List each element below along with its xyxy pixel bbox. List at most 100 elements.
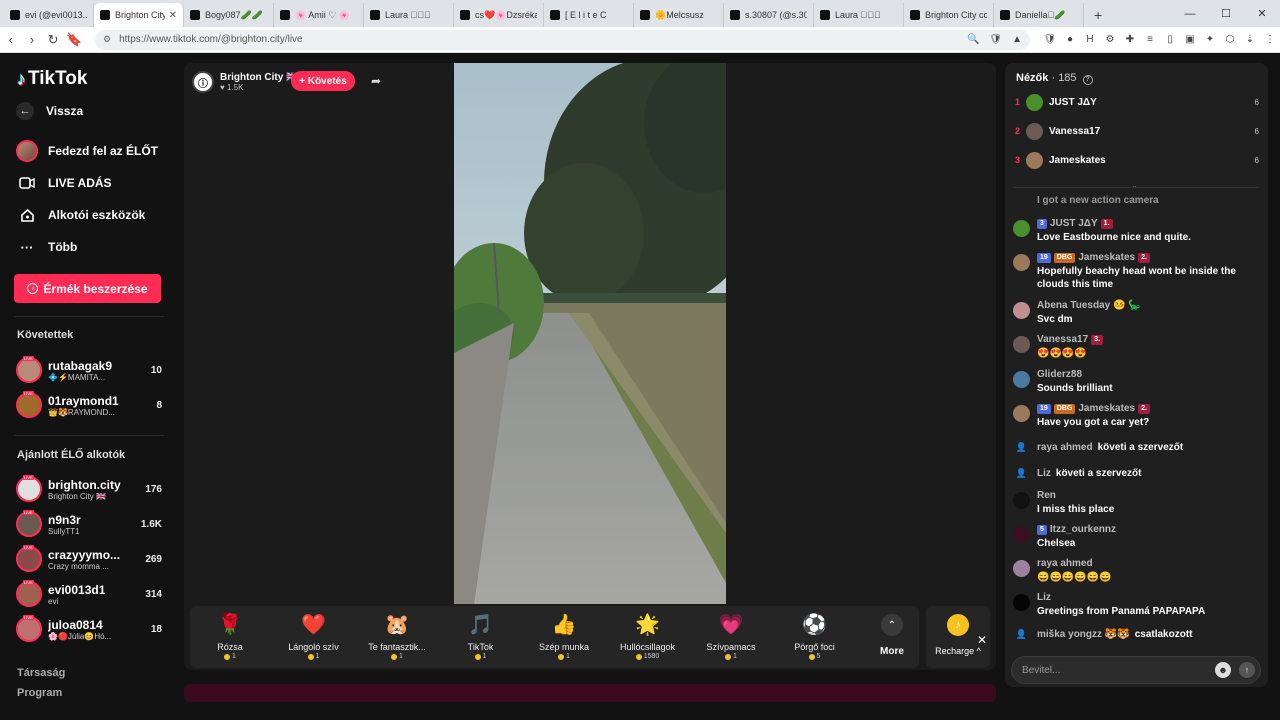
sidebar-account[interactable]: LIVE rutabagak9 💠⚡MAMITA... 10 xyxy=(16,355,162,385)
close-tab-icon[interactable]: ✕ xyxy=(169,10,177,21)
browser-tab[interactable]: s.30807 (@s.30 xyxy=(724,3,814,27)
gift-item[interactable]: 🐹 Te fantasztik... 1 xyxy=(359,612,435,660)
back-arrow-icon[interactable]: ‹ xyxy=(0,32,21,47)
sidebar-account[interactable]: LIVE 01raymond1 👑🐯RAYMOND... 8 xyxy=(16,390,162,420)
gift-item[interactable]: 🌹 Rózsa 1 xyxy=(192,612,268,660)
gift-item[interactable]: ❤️ Lángoló szív 1 xyxy=(276,612,352,660)
chat-username[interactable]: Itzz_ourkennz xyxy=(1050,524,1116,535)
maximize-icon[interactable]: ☐ xyxy=(1208,7,1244,20)
vpn-icon[interactable]: ⬡ xyxy=(1220,34,1240,45)
extension-icon[interactable]: 🛡 xyxy=(1040,34,1060,45)
browser-tab[interactable]: Bogy087🥒🥒 xyxy=(184,3,274,27)
avatar[interactable] xyxy=(1013,336,1030,353)
browser-tab[interactable]: evi (@evi0013... xyxy=(4,3,94,27)
follow-button[interactable]: + Követés xyxy=(291,71,355,91)
puzzle-icon[interactable]: ✚ xyxy=(1120,34,1140,45)
sidebar-icon[interactable]: ▯ xyxy=(1160,34,1180,45)
chat-username[interactable]: Liz xyxy=(1037,592,1051,603)
menu-icon[interactable]: ⋮ xyxy=(1260,34,1280,45)
host-avatar[interactable]: ⓘ xyxy=(192,71,214,93)
share-icon[interactable]: ➦ xyxy=(366,71,386,91)
avatar[interactable] xyxy=(1013,371,1030,388)
avatar[interactable] xyxy=(1013,220,1030,237)
zoom-icon[interactable]: 🔍 xyxy=(967,34,979,45)
extension-icon[interactable]: ● xyxy=(1060,34,1080,45)
chat-username[interactable]: raya ahmed xyxy=(1037,442,1093,453)
avatar[interactable] xyxy=(1013,560,1030,577)
chat-username[interactable]: Gliderz88 xyxy=(1037,369,1082,380)
send-icon[interactable]: ↑ xyxy=(1239,662,1255,678)
extension-icon[interactable]: H xyxy=(1080,34,1100,45)
chat-username[interactable]: Liz xyxy=(1037,468,1051,479)
sidebar-account[interactable]: LIVE evi0013d1 evi 314 xyxy=(16,579,162,609)
new-tab-button[interactable]: + xyxy=(1084,7,1112,27)
sidebar-account[interactable]: LIVE crazyyymo... Crazy momma ... 269 xyxy=(16,544,162,574)
chat-username[interactable]: Abena Tuesday 🤒 🦕 xyxy=(1037,300,1141,311)
gift-item[interactable]: 💗 Szívpamacs 1 xyxy=(693,612,769,660)
more-link[interactable]: ··· Több xyxy=(16,236,78,258)
shield-icon[interactable]: 🛡 xyxy=(989,34,1002,45)
footer-link-program[interactable]: Program xyxy=(17,687,62,699)
chat-username[interactable]: Ren xyxy=(1037,490,1056,501)
footer-link-company[interactable]: Társaság xyxy=(17,667,65,679)
browser-tab[interactable]: Laura 🏻🏻🏻 xyxy=(814,3,904,27)
warning-icon[interactable]: ▲ xyxy=(1012,34,1022,45)
avatar[interactable] xyxy=(1013,302,1030,319)
site-info-icon[interactable]: ⚙ xyxy=(103,34,111,45)
avatar[interactable] xyxy=(1013,594,1030,611)
more-gifts-button[interactable]: ⌃ More xyxy=(873,614,911,657)
top-viewer-row[interactable]: 3 Jameskates 6 xyxy=(1015,150,1259,170)
browser-tab[interactable]: 🌸 Amii ♡ 🌸 xyxy=(274,3,364,27)
chat-username[interactable]: Jameskates xyxy=(1078,403,1135,414)
top-viewer-row[interactable]: 1 JUST JΔY 6 xyxy=(1015,92,1259,112)
browser-tab[interactable]: cs❤️🌸Dzsréka❤️ xyxy=(454,3,544,27)
buy-coins-button[interactable]: ♪ Érmék beszerzése xyxy=(14,274,161,303)
avatar[interactable] xyxy=(1013,405,1030,422)
chat-username[interactable]: JUST JΔY xyxy=(1050,218,1098,229)
chat-username[interactable]: Vanessa17 xyxy=(1037,334,1088,345)
live-broadcast-link[interactable]: LIVE ADÁS xyxy=(16,172,112,194)
browser-tab[interactable]: Brighton City ✕ xyxy=(94,3,184,27)
list-icon[interactable]: ≡ xyxy=(1140,34,1160,45)
forward-arrow-icon[interactable]: › xyxy=(21,32,42,47)
browser-tab[interactable]: Brighton City co xyxy=(904,3,994,27)
close-icon[interactable]: ✕ xyxy=(977,633,987,647)
avatar[interactable] xyxy=(1013,492,1030,509)
chat-input-box[interactable]: ☻ ↑ xyxy=(1011,656,1261,684)
emoji-icon[interactable]: ☻ xyxy=(1215,662,1231,678)
bottom-banner[interactable] xyxy=(184,684,996,702)
extension-icon[interactable]: ⚙ xyxy=(1100,34,1120,45)
creator-tools-link[interactable]: Alkotói eszközök xyxy=(16,204,145,226)
minimize-icon[interactable]: — xyxy=(1172,8,1208,20)
browser-tab[interactable]: Laura 🏻🏻🏻 xyxy=(364,3,454,27)
tiktok-logo[interactable]: ♪ TikTok xyxy=(17,68,87,90)
gift-item[interactable]: ⚽ Pörgő foci 5 xyxy=(777,612,853,660)
sidebar-account[interactable]: LIVE juloa0814 🌸🔴Júlia😊Hó... 18 xyxy=(16,614,162,644)
reload-icon[interactable]: ↻ xyxy=(43,32,64,48)
browser-tab[interactable]: Daniella🏻🥒 xyxy=(994,3,1084,27)
explore-live-link[interactable]: Fedezd fel az ÉLŐT xyxy=(16,140,158,162)
chat-username[interactable]: miška yongzz 🐯🐯 xyxy=(1037,629,1130,640)
url-field[interactable]: ⚙ https://www.tiktok.com/@brighton.city/… xyxy=(95,29,1030,50)
sidebar-account[interactable]: LIVE brighton.city Brighton City 🇬🇧 176 xyxy=(16,474,162,504)
sparkle-icon[interactable]: ✦ xyxy=(1200,34,1220,45)
gift-item[interactable]: 👍 Szép munka 1 xyxy=(526,612,602,660)
chat-username[interactable]: Jameskates xyxy=(1078,252,1135,263)
download-icon[interactable]: ⇣ xyxy=(1240,34,1260,45)
wallet-icon[interactable]: ▣ xyxy=(1180,34,1200,45)
host-info[interactable]: ⓘ Brighton City 🇬🇧 ♥ 1.5K xyxy=(192,71,299,93)
chat-input[interactable] xyxy=(1022,662,1212,678)
live-video[interactable] xyxy=(454,63,726,604)
chevron-down-icon[interactable]: ⌄ xyxy=(1131,181,1138,190)
browser-tab[interactable]: 🌼Melcsusz xyxy=(634,3,724,27)
close-window-icon[interactable]: ✕ xyxy=(1244,7,1280,20)
bookmark-icon[interactable]: 🔖 xyxy=(64,32,85,48)
avatar[interactable] xyxy=(1013,254,1030,271)
gift-item[interactable]: 🌟 Hullócsillagok 1580 xyxy=(610,612,686,660)
avatar[interactable] xyxy=(1013,526,1030,543)
top-viewer-row[interactable]: 2 Vanessa17 6 xyxy=(1015,121,1259,141)
chat-username[interactable]: raya ahmed xyxy=(1037,558,1093,569)
back-link[interactable]: ← Vissza xyxy=(16,102,83,120)
sidebar-account[interactable]: LIVE n9n3r SullyTT1 1.6K xyxy=(16,509,162,539)
help-icon[interactable]: ? xyxy=(1082,75,1093,85)
